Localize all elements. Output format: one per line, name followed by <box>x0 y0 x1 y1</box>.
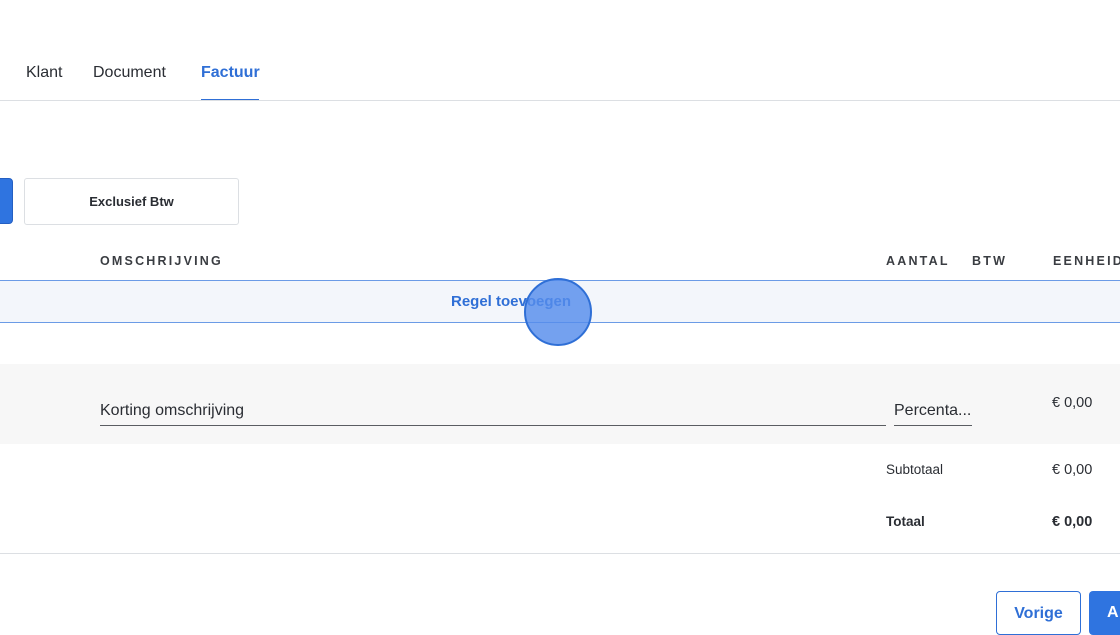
tabs-divider <box>0 100 1120 101</box>
inclusive-vat-button[interactable] <box>0 178 13 224</box>
column-header-unit: EENHEID <box>1053 254 1120 268</box>
previous-button[interactable]: Vorige <box>996 591 1081 635</box>
column-header-quantity: AANTAL <box>886 254 950 268</box>
exclusive-vat-button[interactable]: Exclusief Btw <box>24 178 239 225</box>
discount-type-select[interactable]: Percenta... <box>894 400 972 426</box>
column-header-description: OMSCHRIJVING <box>100 254 223 268</box>
next-button-label: A <box>1107 604 1119 621</box>
exclusive-vat-label: Exclusief Btw <box>89 194 174 209</box>
total-value: € 0,00 <box>1052 514 1093 530</box>
column-header-vat: BTW <box>972 254 1008 268</box>
tab-factuur[interactable]: Factuur <box>201 64 260 82</box>
tab-document[interactable]: Document <box>93 64 166 82</box>
total-label: Totaal <box>886 514 925 529</box>
discount-description-input[interactable]: Korting omschrijving <box>100 400 886 426</box>
previous-button-label: Vorige <box>1014 605 1063 622</box>
subtotal-value: € 0,00 <box>1052 462 1093 478</box>
tab-klant[interactable]: Klant <box>26 64 62 82</box>
click-indicator <box>524 278 592 346</box>
subtotal-label: Subtotaal <box>886 462 944 477</box>
next-button[interactable]: A <box>1089 591 1120 635</box>
discount-amount: € 0,00 <box>1052 395 1093 411</box>
footer-divider <box>0 553 1120 554</box>
